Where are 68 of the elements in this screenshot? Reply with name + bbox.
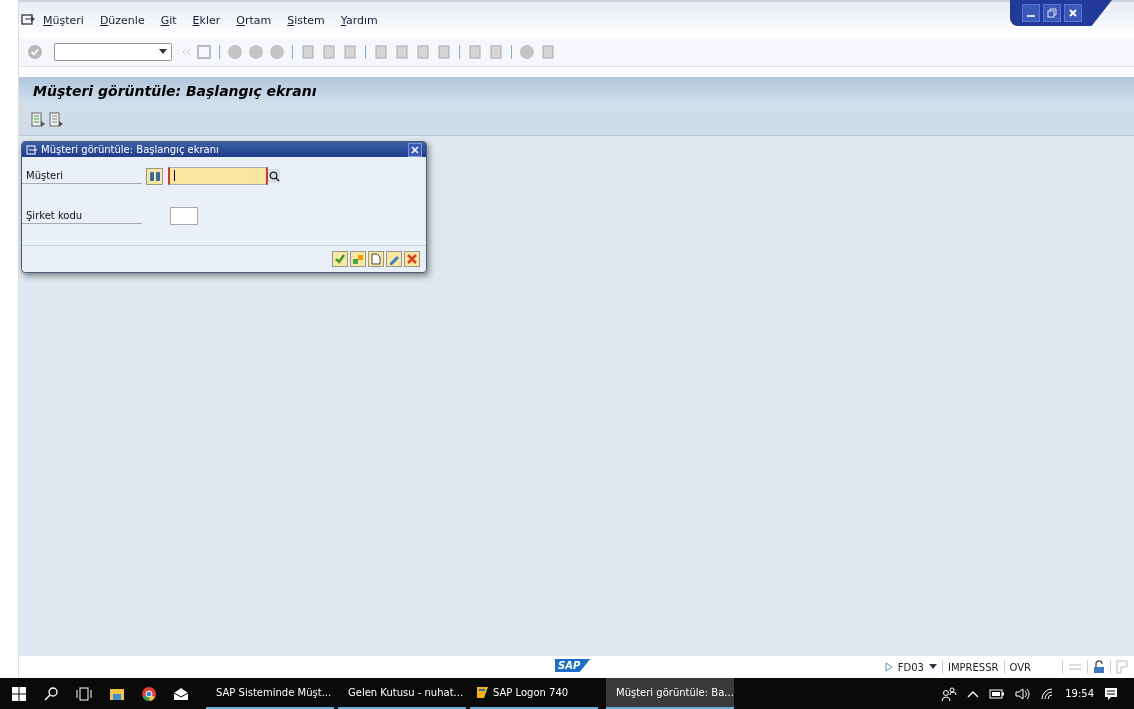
checkmark-icon	[334, 253, 346, 265]
binoculars-button[interactable]	[146, 167, 163, 185]
task-view-icon[interactable]	[76, 686, 92, 701]
edit-button[interactable]	[386, 251, 402, 267]
volume-icon[interactable]	[1015, 687, 1032, 700]
logon-app-icon	[476, 686, 489, 699]
taskbar-app[interactable]: SAP Sisteminde Müşt...	[206, 678, 334, 709]
people-icon[interactable]	[941, 686, 958, 701]
menu-item[interactable]: Ortam	[236, 13, 272, 27]
restore-button[interactable]	[1043, 4, 1061, 22]
folder-icon[interactable]	[110, 687, 124, 700]
pencil-icon	[388, 253, 400, 265]
browser-icon[interactable]	[142, 686, 156, 701]
minimize-button[interactable]	[1022, 4, 1040, 22]
expand-arrow-icon[interactable]	[884, 662, 893, 672]
cross-icon	[406, 253, 418, 265]
confirm-button[interactable]	[332, 251, 348, 267]
menu-item[interactable]: Yardım	[340, 13, 378, 27]
search-icon[interactable]	[44, 686, 58, 701]
taskbar-app-label: SAP Sisteminde Müşt...	[216, 687, 332, 698]
cancel-button[interactable]	[404, 251, 420, 267]
menu-icon[interactable]	[21, 14, 35, 26]
close-button[interactable]	[1064, 4, 1082, 22]
taskbar-app-label: SAP Logon 740	[493, 687, 569, 698]
taskbar-app-label: Müşteri görüntüle: Ba...	[616, 687, 734, 698]
server-name: IMPRESSR	[948, 661, 999, 673]
start-icon[interactable]	[12, 686, 26, 701]
switch-button[interactable]	[350, 251, 366, 267]
sap-logo: SAP	[555, 659, 591, 672]
document-icon	[370, 253, 382, 265]
taskbar-app[interactable]: Müşteri görüntüle: Ba...	[606, 678, 734, 709]
close-button[interactable]	[408, 142, 422, 157]
menu-item[interactable]: Müşteri	[43, 13, 84, 27]
close-icon	[411, 145, 419, 154]
menu-item[interactable]: Düzenle	[99, 13, 145, 27]
new-document-button[interactable]	[368, 251, 384, 267]
notification-icon[interactable]	[1104, 686, 1118, 701]
command-field[interactable]	[54, 43, 172, 61]
transaction-code[interactable]: FD03	[897, 661, 924, 673]
chevron-up-icon[interactable]	[967, 689, 980, 698]
menu-item[interactable]: Git	[160, 13, 177, 27]
menu-item[interactable]: Sistem	[287, 13, 325, 27]
field-label: Şirket kodu	[22, 208, 142, 224]
battery-icon[interactable]	[989, 688, 1006, 699]
squares-icon	[352, 253, 364, 265]
screen-title: Müşteri görüntüle: Başlangıç ekranı	[33, 83, 317, 99]
mail-icon[interactable]	[174, 687, 188, 700]
input-field[interactable]	[168, 167, 268, 185]
clock-time[interactable]: 19:54	[1065, 688, 1094, 699]
enter-icon[interactable]	[27, 44, 43, 60]
field-label: Müşteri	[22, 168, 142, 184]
dropdown-icon[interactable]	[929, 664, 937, 670]
padlock-icon[interactable]	[1093, 660, 1105, 674]
double-arrow-icon	[181, 47, 191, 57]
taskbar-app[interactable]: Gelen Kutusu - nuhat...	[338, 678, 466, 709]
taskbar-app-label: Gelen Kutusu - nuhat...	[348, 687, 464, 698]
search-help-button[interactable]	[268, 169, 280, 183]
input-field[interactable]	[170, 207, 198, 225]
minimize-icon	[1027, 15, 1035, 17]
dialog-title: Müşteri görüntüle: Başlangıç ekranı	[41, 144, 220, 155]
search-icon	[268, 170, 280, 182]
taskbar-app[interactable]: SAP Logon 740	[470, 678, 598, 709]
menu-item[interactable]: Ekler	[192, 13, 221, 27]
restore-icon	[1047, 8, 1057, 18]
window-icon	[26, 144, 38, 155]
dropdown-icon[interactable]	[159, 49, 167, 55]
input-mode[interactable]: OVR	[1009, 661, 1031, 673]
close-icon	[1068, 8, 1078, 18]
